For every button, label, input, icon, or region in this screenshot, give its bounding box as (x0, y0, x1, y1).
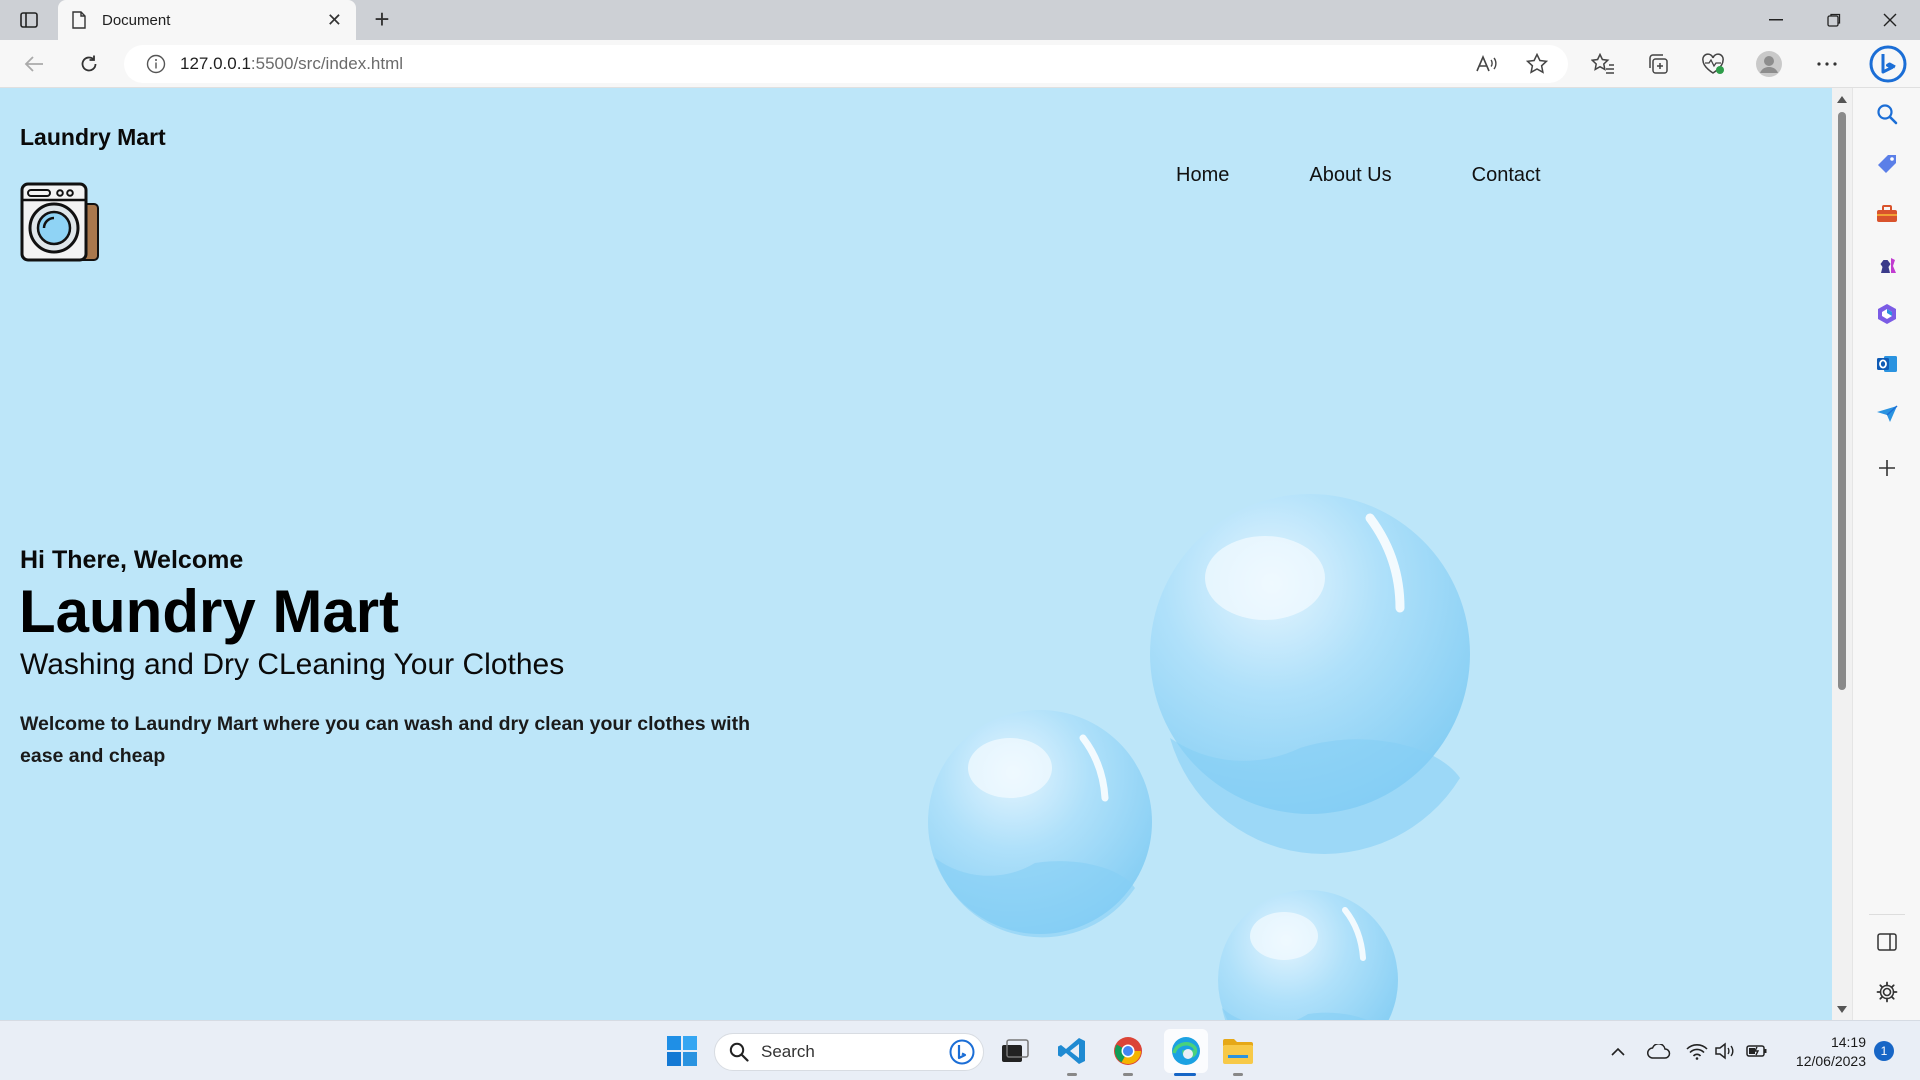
close-window-button[interactable] (1862, 0, 1918, 40)
sidebar-search-icon[interactable] (1875, 102, 1899, 126)
tab-actions-icon[interactable] (14, 8, 44, 32)
vscode-icon[interactable] (1054, 1033, 1090, 1069)
site-brand[interactable]: Laundry Mart (20, 124, 166, 151)
large-bubble (1150, 494, 1470, 854)
sidebar-outlook-icon[interactable] (1875, 352, 1899, 376)
minimize-button[interactable] (1748, 0, 1804, 40)
small-bubble (1218, 890, 1398, 1020)
favorites-icon[interactable] (1588, 50, 1618, 78)
refresh-icon[interactable] (75, 50, 103, 78)
soap-bubbles-illustration (928, 494, 1470, 1020)
read-aloud-icon[interactable] (1472, 50, 1502, 78)
address-bar[interactable]: 127.0.0.1:5500/src/index.html (124, 45, 1568, 83)
browser-toolbar: 127.0.0.1:5500/src/index.html (0, 40, 1920, 88)
hero-greeting: Hi There, Welcome (20, 546, 244, 574)
show-hidden-icons-chevron-icon[interactable] (1607, 1040, 1629, 1062)
sidebar-toggle-panel-icon[interactable] (1875, 930, 1899, 954)
windows-taskbar: Search 14:19 12/06/2023 1 (0, 1020, 1920, 1080)
scrollbar-thumb[interactable] (1838, 112, 1846, 690)
vscode-running-indicator (1067, 1073, 1077, 1076)
page-icon (72, 11, 86, 29)
windows-start-icon[interactable] (664, 1033, 700, 1069)
notification-badge[interactable]: 1 (1874, 1041, 1894, 1061)
nav-link-home[interactable]: Home (1176, 164, 1229, 187)
sidebar-drop-icon[interactable] (1875, 402, 1899, 426)
chrome-icon[interactable] (1110, 1033, 1146, 1069)
url-text[interactable]: 127.0.0.1:5500/src/index.html (180, 54, 403, 74)
wifi-icon[interactable] (1686, 1040, 1708, 1062)
favorite-star-icon[interactable] (1522, 50, 1552, 78)
hero-description: Welcome to Laundry Mart where you can wa… (20, 713, 750, 767)
sidebar-microsoft365-icon[interactable] (1875, 302, 1899, 326)
edge-active-indicator (1174, 1073, 1196, 1076)
tab-title: Document (102, 11, 171, 29)
restore-button[interactable] (1806, 0, 1862, 40)
sidebar-tools-icon[interactable] (1875, 202, 1899, 226)
bing-icon[interactable] (949, 1039, 975, 1065)
sidebar-divider (1869, 914, 1905, 915)
sidebar-games-icon[interactable] (1875, 252, 1899, 276)
edge-sidebar (1852, 88, 1920, 1020)
taskbar-search-box[interactable]: Search (714, 1033, 984, 1071)
page-scrollbar[interactable] (1832, 88, 1852, 1020)
sidebar-shopping-tag-icon[interactable] (1875, 152, 1899, 176)
clock-date: 12/06/2023 (1795, 1053, 1866, 1069)
site-navigation: Home About Us Contact (1176, 164, 1541, 187)
sidebar-add-icon[interactable] (1875, 456, 1899, 480)
profile-avatar[interactable] (1754, 50, 1784, 78)
tab-close-icon[interactable]: ✕ (327, 10, 342, 31)
volume-icon[interactable] (1714, 1040, 1736, 1062)
taskbar-clock[interactable]: 14:19 12/06/2023 (1772, 1033, 1866, 1071)
chrome-running-indicator (1123, 1073, 1133, 1076)
new-tab-button[interactable]: + (368, 6, 396, 34)
collections-icon[interactable] (1643, 50, 1673, 78)
file-explorer-icon[interactable] (1220, 1033, 1256, 1069)
browser-tab[interactable]: Document ✕ (58, 0, 356, 40)
sidebar-settings-gear-icon[interactable] (1875, 980, 1899, 1004)
scroll-up-arrow-icon[interactable] (1837, 96, 1847, 103)
hero-subtitle: Washing and Dry CLeaning Your Clothes (20, 648, 565, 681)
explorer-running-indicator (1233, 1073, 1243, 1076)
onedrive-icon[interactable] (1646, 1040, 1672, 1062)
taskbar-search-label: Search (761, 1042, 815, 1061)
browser-essentials-icon[interactable] (1698, 50, 1728, 78)
battery-charging-icon[interactable] (1746, 1040, 1768, 1062)
search-icon (729, 1042, 749, 1062)
web-page: Laundry Mart Home About Us Contact Hi Th… (0, 88, 1832, 1020)
info-icon[interactable] (146, 54, 166, 74)
nav-link-about-us[interactable]: About Us (1309, 164, 1391, 187)
hero-title: Laundry Mart (19, 578, 400, 645)
scroll-down-arrow-icon[interactable] (1837, 1006, 1847, 1013)
edge-icon[interactable] (1164, 1029, 1208, 1073)
task-view-icon[interactable] (997, 1033, 1033, 1069)
tab-strip: Document ✕ + (0, 0, 1920, 40)
bing-copilot-icon[interactable] (1868, 44, 1908, 84)
back-arrow-icon[interactable] (20, 50, 48, 78)
nav-link-contact[interactable]: Contact (1472, 164, 1541, 187)
washing-machine-logo-icon (20, 182, 99, 262)
more-options-icon[interactable] (1812, 50, 1842, 78)
medium-bubble (928, 710, 1152, 938)
clock-time: 14:19 (1830, 1034, 1866, 1050)
